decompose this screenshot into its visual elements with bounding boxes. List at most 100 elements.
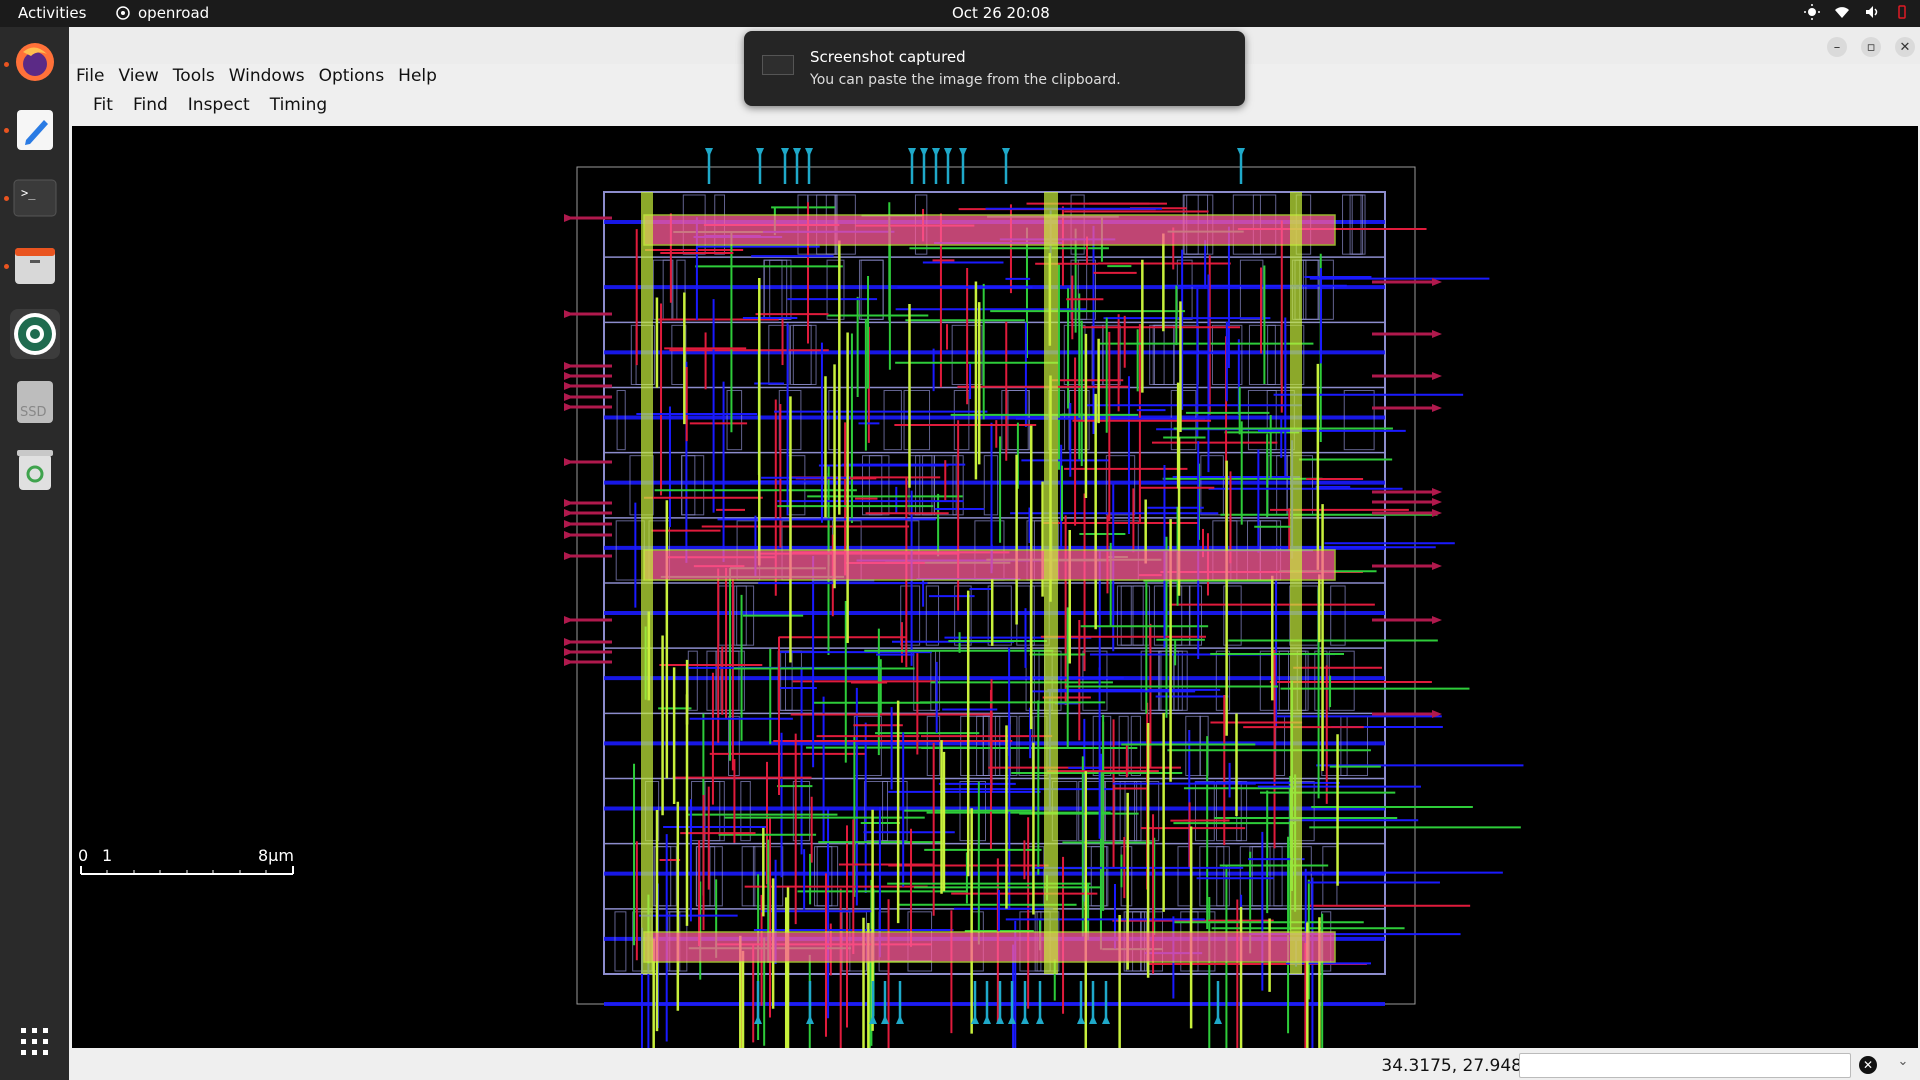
chevron-down-icon[interactable]: ⌄	[1891, 1054, 1915, 1076]
left-io-pin-arrow	[564, 552, 574, 560]
standard-cell	[763, 259, 783, 320]
standard-cell	[1330, 585, 1346, 646]
right-io-pin-arrow	[1432, 404, 1442, 412]
left-io-pin-arrow	[564, 648, 574, 656]
layout-viewer[interactable]: 0 1 8μm	[72, 126, 1918, 1048]
terminal-icon[interactable]: >_	[10, 173, 60, 223]
bottom-io-pin-arrow	[896, 1015, 904, 1024]
power-icon	[1898, 5, 1906, 19]
standard-cell	[1149, 324, 1165, 385]
standard-cell	[1200, 455, 1224, 516]
minimize-button[interactable]: –	[1827, 37, 1847, 57]
fit-button[interactable]: Fit	[83, 91, 123, 121]
left-io-pin-arrow	[564, 458, 574, 466]
left-io-pin-arrow	[564, 214, 574, 222]
top-io-pin-arrow	[756, 148, 764, 157]
left-io-pin-arrow	[564, 499, 574, 507]
menu-options[interactable]: Options	[312, 64, 392, 89]
standard-cell	[616, 390, 626, 451]
activities-button[interactable]: Activities	[18, 4, 86, 22]
inspect-button[interactable]: Inspect	[178, 91, 260, 121]
standard-cell	[1239, 846, 1271, 907]
bottom-io-pin-arrow	[983, 1015, 991, 1024]
standard-cell	[706, 650, 717, 711]
standard-cell	[826, 259, 845, 320]
running-indicator	[4, 196, 9, 201]
standard-cell	[1322, 846, 1338, 907]
power-strap-vertical	[641, 192, 653, 974]
standard-cell	[976, 715, 1001, 776]
ssd-label: SSD	[20, 405, 47, 420]
menu-help[interactable]: Help	[391, 64, 444, 89]
cursor-coordinates: 34.3175, 27.948	[1381, 1056, 1522, 1076]
svg-text:>_: >_	[21, 186, 36, 200]
firefox-icon[interactable]	[10, 37, 60, 87]
close-button[interactable]: ✕	[1895, 37, 1915, 57]
standard-cell	[687, 650, 698, 711]
timing-button[interactable]: Timing	[260, 91, 337, 121]
top-io-pin-arrow	[1002, 148, 1010, 157]
openroad-icon[interactable]	[10, 309, 60, 359]
standard-cell	[1314, 650, 1328, 711]
bottom-io-pin-arrow	[754, 1015, 762, 1024]
top-io-pin-arrow	[944, 148, 952, 157]
power-strap-horizontal	[643, 549, 1336, 581]
top-io-pin-arrow	[793, 148, 801, 157]
find-button[interactable]: Find	[123, 91, 178, 121]
layout-render[interactable]	[72, 126, 1918, 1048]
top-io-pin-arrow	[1237, 148, 1245, 157]
tcl-command-input[interactable]	[1519, 1053, 1851, 1078]
show-apps-icon[interactable]	[10, 1017, 60, 1067]
standard-cell	[1351, 194, 1366, 255]
scale-zero: 0	[78, 846, 88, 865]
standard-cell	[1248, 324, 1276, 385]
system-tray[interactable]	[1804, 4, 1910, 20]
scale-end: 8μm	[258, 846, 294, 865]
files-icon[interactable]	[10, 241, 60, 291]
menu-file[interactable]: File	[69, 64, 111, 89]
standard-cell	[1130, 715, 1141, 776]
left-io-pin-arrow	[564, 531, 574, 539]
top-io-pin-arrow	[908, 148, 916, 157]
standard-cell	[614, 911, 627, 972]
standard-cell	[1159, 650, 1188, 711]
screenshot-notification[interactable]: Screenshot captured You can paste the im…	[744, 31, 1245, 106]
standard-cell	[789, 324, 817, 385]
standard-cell	[1239, 259, 1264, 320]
bottom-io-pin-arrow	[1214, 1015, 1222, 1024]
right-io-pin-arrow	[1432, 509, 1442, 517]
standard-cell	[699, 846, 716, 907]
menu-tools[interactable]: Tools	[166, 64, 222, 89]
standard-cell	[1199, 846, 1225, 907]
standard-cell	[960, 715, 990, 776]
clock[interactable]: Oct 26 20:08	[952, 4, 1050, 22]
app-menu[interactable]: openroad	[116, 4, 209, 22]
ssd-drive-icon[interactable]: SSD	[10, 377, 60, 427]
system-top-bar: Activities openroad Oct 26 20:08	[0, 0, 1920, 27]
right-io-pin-arrow	[1432, 562, 1442, 570]
top-io-pin-arrow	[959, 148, 967, 157]
standard-cell	[1027, 846, 1045, 907]
menu-view[interactable]: View	[111, 64, 165, 89]
standard-cell	[858, 259, 884, 320]
bottom-io-pin-arrow	[1102, 1015, 1110, 1024]
standard-cell	[691, 781, 721, 842]
text-editor-icon[interactable]	[10, 105, 60, 155]
trash-icon[interactable]	[10, 445, 60, 495]
brightness-icon	[1804, 4, 1820, 20]
clear-icon[interactable]: ✕	[1859, 1056, 1877, 1074]
standard-cell	[615, 520, 645, 581]
standard-cell	[681, 455, 705, 516]
standard-cell	[903, 390, 931, 451]
standard-cell	[925, 585, 940, 646]
left-io-pin-arrow	[564, 310, 574, 318]
top-io-pin-arrow	[920, 148, 928, 157]
menu-windows[interactable]: Windows	[222, 64, 312, 89]
standard-cell	[1173, 324, 1199, 385]
standard-cell	[726, 390, 743, 451]
left-io-pin-arrow	[564, 382, 574, 390]
running-indicator	[4, 264, 9, 269]
maximize-button[interactable]: ▫	[1861, 37, 1881, 57]
standard-cell	[1328, 650, 1355, 711]
left-io-pin-arrow	[564, 509, 574, 517]
